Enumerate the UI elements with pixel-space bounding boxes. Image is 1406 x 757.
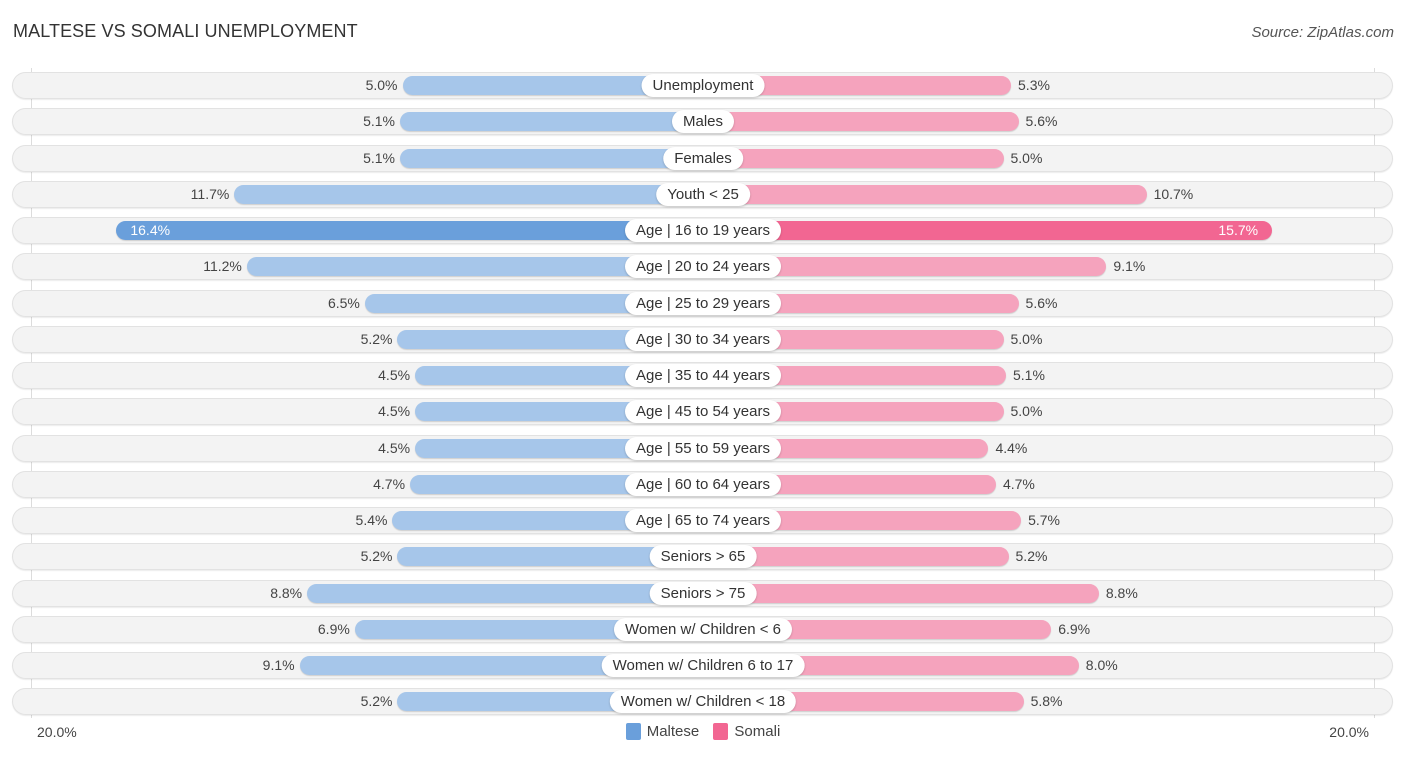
bar-maltese[interactable]: [399, 148, 703, 168]
value-label-maltese: 11.7%: [190, 185, 230, 202]
category-label: Age | 25 to 29 years: [625, 291, 781, 315]
category-label: Females: [663, 146, 743, 170]
value-label-maltese: 4.5%: [378, 367, 411, 383]
value-label-somali: 10.7%: [1153, 185, 1194, 202]
category-label: Males: [671, 110, 735, 134]
category-label: Age | 55 to 59 years: [625, 436, 781, 460]
value-label-somali: 8.0%: [1085, 657, 1118, 673]
bar-maltese[interactable]: [307, 583, 703, 603]
bar-somali[interactable]: [703, 184, 1147, 204]
value-label-maltese: 5.4%: [355, 512, 388, 528]
value-label-maltese: 8.8%: [270, 584, 303, 601]
legend-label-somali: Somali: [734, 723, 781, 740]
value-label-somali: 5.0%: [1010, 149, 1043, 166]
legend: Maltese Somali: [0, 723, 1406, 744]
value-label-maltese: 11.2%: [203, 258, 242, 275]
value-label-somali: 5.1%: [1013, 367, 1045, 383]
value-label-maltese: 4.7%: [373, 475, 406, 492]
legend-swatch-somali: [713, 723, 729, 740]
value-label-maltese: 9.1%: [262, 657, 295, 673]
value-label-somali: 5.2%: [1015, 548, 1048, 565]
legend-item-maltese[interactable]: Maltese: [625, 723, 700, 740]
category-label: Unemployment: [641, 74, 765, 97]
legend-swatch-maltese: [625, 723, 641, 740]
value-label-maltese: 5.1%: [363, 149, 395, 166]
category-label: Age | 16 to 19 years: [625, 219, 781, 242]
value-label-somali: 5.0%: [1010, 330, 1043, 347]
bar-maltese[interactable]: [399, 112, 703, 132]
value-label-maltese: 5.2%: [360, 693, 393, 710]
category-label: Women w/ Children < 18: [609, 690, 797, 714]
value-label-maltese: 6.9%: [317, 620, 350, 637]
category-label: Youth < 25: [656, 182, 750, 206]
category-label: Women w/ Children < 6: [613, 617, 793, 641]
category-label: Women w/ Children 6 to 17: [601, 654, 805, 677]
value-label-somali: 4.4%: [995, 439, 1028, 456]
value-label-somali: 15.7%: [1218, 222, 1259, 238]
value-label-somali: 5.3%: [1018, 77, 1050, 93]
value-label-maltese: 5.2%: [360, 330, 393, 347]
bar-somali[interactable]: [703, 148, 1004, 168]
value-label-maltese: 16.4%: [130, 222, 171, 238]
category-label: Age | 30 to 34 years: [625, 327, 781, 351]
bar-maltese[interactable]: [116, 221, 703, 240]
category-label: Age | 45 to 54 years: [625, 400, 781, 424]
value-label-maltese: 4.5%: [378, 439, 411, 456]
value-label-maltese: 6.5%: [327, 294, 360, 311]
value-label-somali: 5.6%: [1025, 294, 1058, 311]
category-label: Age | 20 to 24 years: [625, 255, 781, 279]
category-label: Age | 65 to 74 years: [625, 509, 781, 532]
value-label-somali: 5.0%: [1010, 403, 1043, 420]
category-label: Age | 60 to 64 years: [625, 472, 781, 496]
category-label: Seniors > 65: [649, 545, 757, 569]
value-label-maltese: 4.5%: [378, 403, 411, 420]
value-label-maltese: 5.2%: [360, 548, 393, 565]
value-label-maltese: 5.0%: [365, 77, 398, 93]
bar-somali[interactable]: [703, 112, 1019, 132]
bar-somali[interactable]: [703, 221, 1273, 240]
value-label-somali: 9.1%: [1113, 258, 1146, 275]
value-label-maltese: 5.1%: [363, 113, 395, 130]
legend-item-somali[interactable]: Somali: [713, 723, 780, 740]
value-label-somali: 8.8%: [1105, 584, 1138, 601]
diverging-bar-chart: 5.0% 5.3% Unemployment 5.1% 5.6% Males 5.1% 5.0…: [0, 0, 1406, 757]
category-label: Seniors > 75: [649, 581, 757, 605]
value-label-somali: 5.7%: [1028, 512, 1060, 528]
value-label-somali: 4.7%: [1002, 475, 1035, 492]
bar-somali[interactable]: [703, 583, 1099, 603]
value-label-somali: 5.6%: [1025, 113, 1058, 130]
category-label: Age | 35 to 44 years: [625, 364, 781, 387]
legend-label-maltese: Maltese: [646, 723, 700, 740]
value-label-somali: 6.9%: [1058, 620, 1091, 637]
bar-maltese[interactable]: [234, 184, 703, 204]
value-label-somali: 5.8%: [1030, 693, 1063, 710]
